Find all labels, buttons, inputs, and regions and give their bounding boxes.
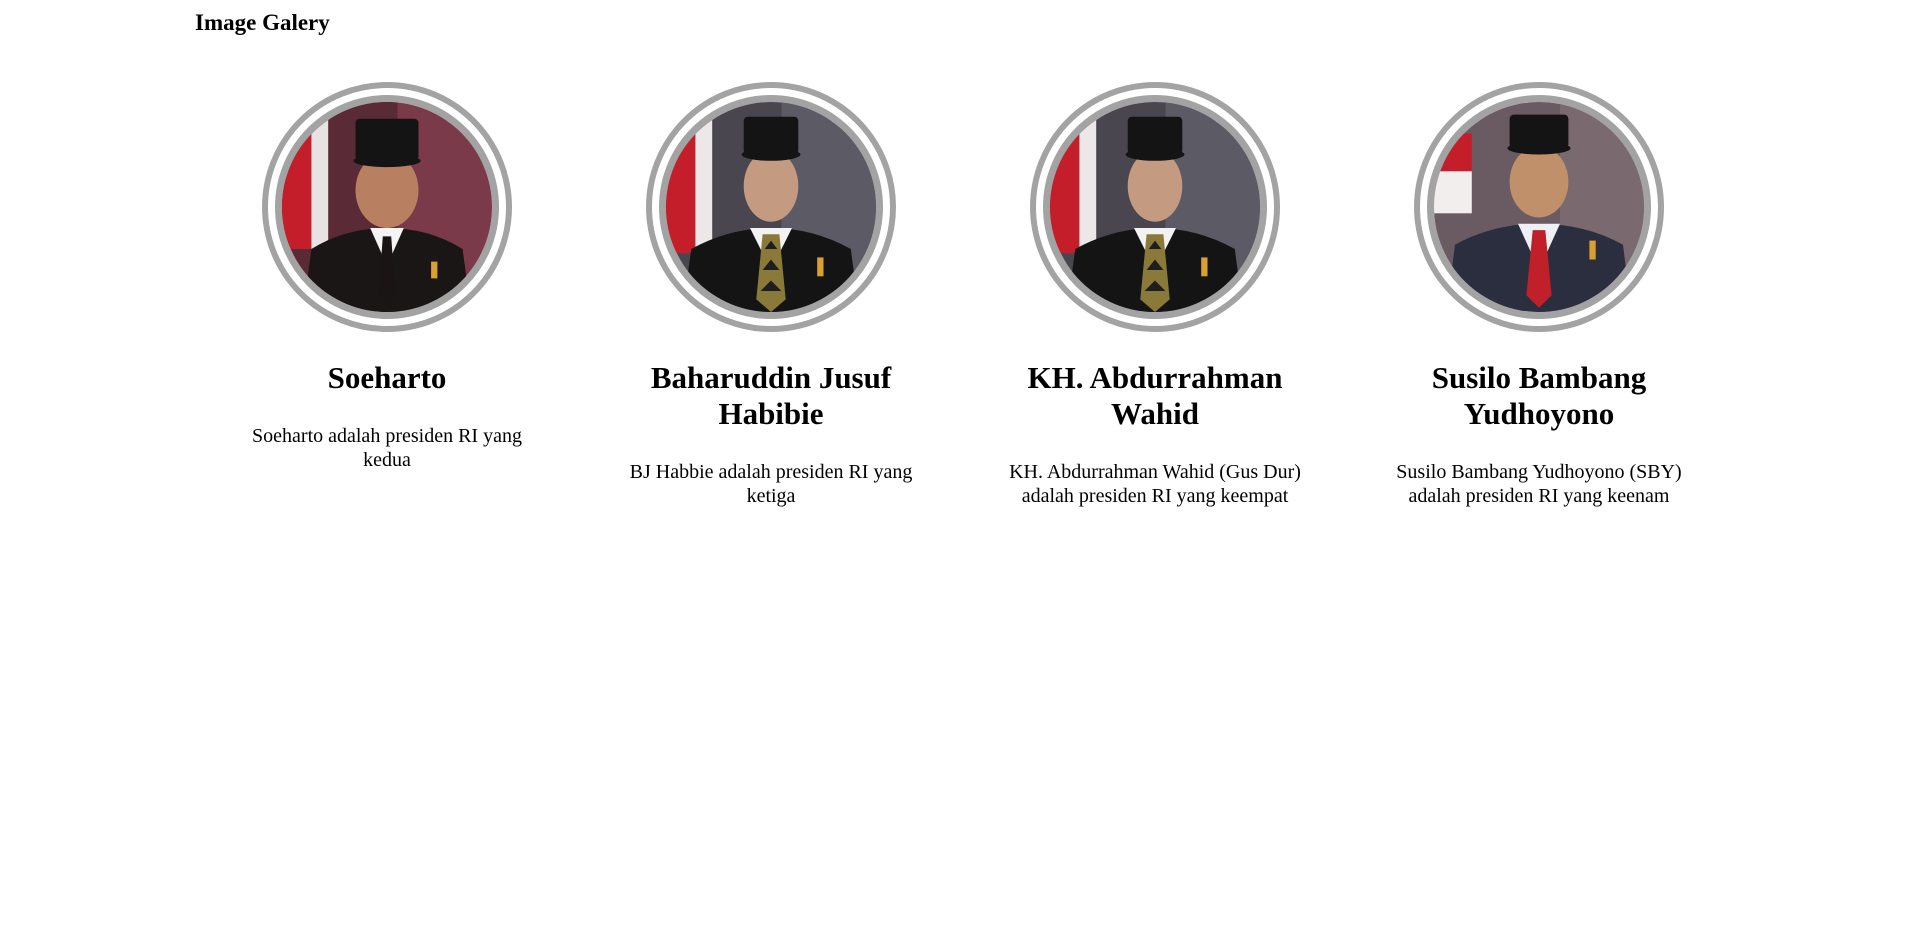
card-description: KH. Abdurrahman Wahid (Gus Dur) adalah p…	[1009, 461, 1301, 507]
portrait-habibie-illustration	[1050, 102, 1260, 312]
card-name: Soeharto	[327, 360, 447, 395]
page-title: Image Galery	[195, 10, 330, 35]
gallery-card-soeharto: Soeharto Soeharto adalah presiden RI yan…	[195, 82, 579, 508]
portrait-frame	[1030, 82, 1280, 332]
portrait-image-soeharto	[275, 95, 499, 319]
card-name: KH. Abdurrahman Wahid	[1027, 360, 1283, 431]
portrait-frame	[262, 82, 512, 332]
card-name: Baharuddin Jusuf Habibie	[650, 360, 892, 431]
gallery-card-habibie: Baharuddin Jusuf Habibie BJ Habbie adala…	[579, 82, 963, 508]
card-description: Soeharto adalah presiden RI yang kedua	[252, 425, 522, 471]
portrait-habibie-illustration	[666, 102, 876, 312]
image-gallery: Soeharto Soeharto adalah presiden RI yan…	[195, 82, 1731, 508]
card-name: Susilo Bambang Yudhoyono	[1431, 360, 1647, 431]
portrait-frame	[1414, 82, 1664, 332]
card-description: BJ Habbie adalah presiden RI yang ketiga	[629, 461, 913, 507]
gallery-card-abdurrahman-wahid: KH. Abdurrahman Wahid KH. Abdurrahman Wa…	[963, 82, 1347, 508]
card-description: Susilo Bambang Yudhoyono (SBY) adalah pr…	[1396, 461, 1682, 507]
portrait-image-habibie	[659, 95, 883, 319]
gallery-card-sby: Susilo Bambang Yudhoyono Susilo Bambang …	[1347, 82, 1731, 508]
portrait-image-abdurrahman-wahid	[1043, 95, 1267, 319]
portrait-soeharto-illustration	[282, 102, 492, 312]
portrait-image-sby	[1427, 95, 1651, 319]
portrait-sby-illustration	[1434, 102, 1644, 312]
portrait-frame	[646, 82, 896, 332]
